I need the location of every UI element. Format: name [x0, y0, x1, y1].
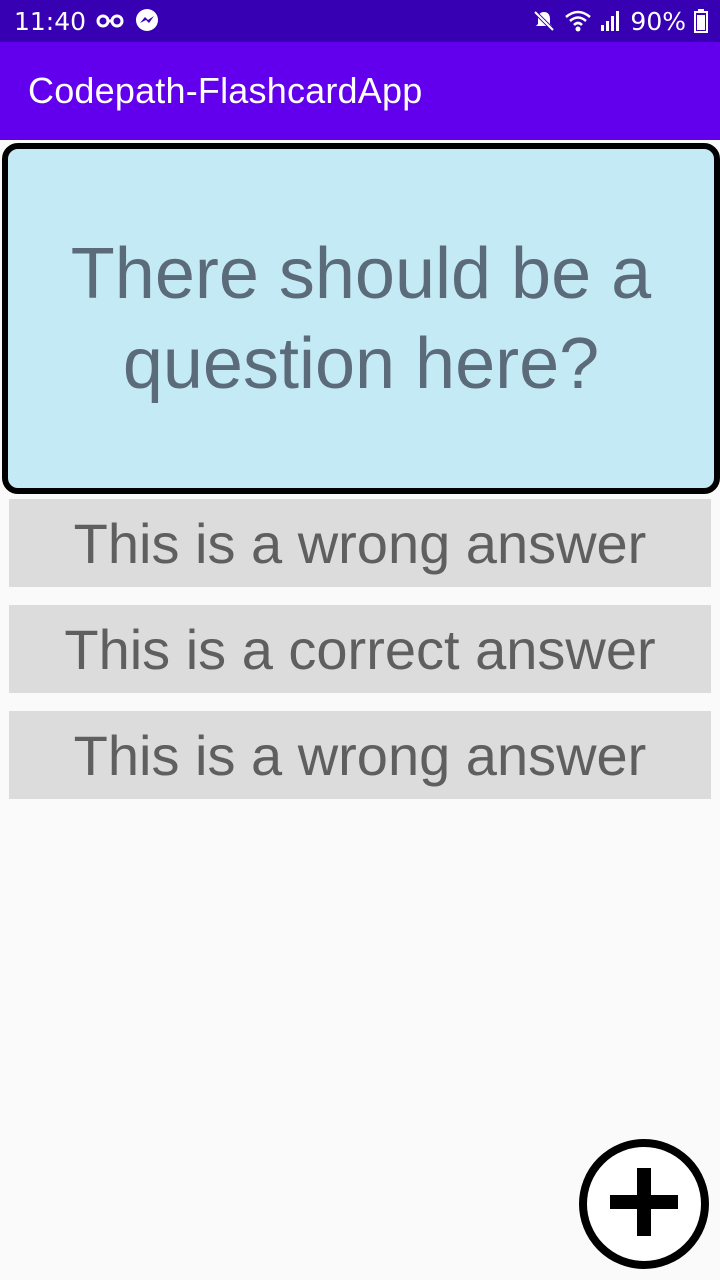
- app-title: Codepath-FlashcardApp: [28, 70, 423, 111]
- mute-icon: [532, 9, 556, 33]
- battery-icon: [694, 9, 708, 33]
- add-icon: [604, 1162, 684, 1247]
- battery-percent: 90%: [630, 6, 686, 36]
- status-time: 11:40: [14, 6, 87, 36]
- wifi-icon: [564, 9, 592, 33]
- question-text: There should be a question here?: [70, 233, 652, 404]
- answer-option-2[interactable]: This is a correct answer: [9, 605, 711, 693]
- flashcard-question[interactable]: There should be a question here?: [2, 143, 720, 494]
- status-bar: 11:40 90%: [0, 0, 720, 42]
- answer-option-1[interactable]: This is a wrong answer: [9, 499, 711, 587]
- answer-option-3[interactable]: This is a wrong answer: [9, 711, 711, 799]
- signal-icon: [600, 10, 622, 32]
- messenger-icon: [134, 8, 160, 34]
- add-card-button[interactable]: [579, 1139, 709, 1269]
- incognito-icon: [96, 13, 124, 29]
- app-bar: Codepath-FlashcardApp: [0, 42, 720, 140]
